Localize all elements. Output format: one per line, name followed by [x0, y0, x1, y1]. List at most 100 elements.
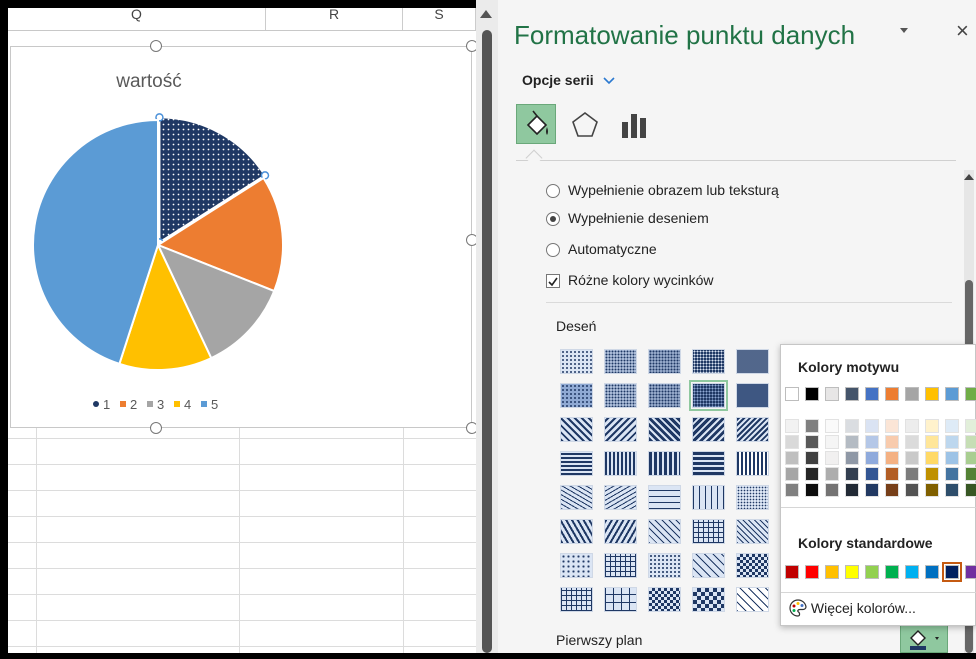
theme-color-shade-swatch[interactable]: [905, 435, 919, 449]
pattern-swatch[interactable]: [692, 485, 725, 510]
standard-color-swatch[interactable]: [965, 565, 976, 579]
pattern-swatch[interactable]: [604, 383, 637, 408]
pattern-swatch[interactable]: [692, 417, 725, 442]
theme-color-shade-swatch[interactable]: [805, 435, 819, 449]
resize-handle-right[interactable]: [466, 234, 476, 246]
pattern-swatch[interactable]: [560, 383, 593, 408]
theme-color-shade-swatch[interactable]: [825, 419, 839, 433]
theme-color-shade-swatch[interactable]: [945, 419, 959, 433]
standard-color-swatch[interactable]: [825, 565, 839, 579]
pattern-swatch[interactable]: [648, 383, 681, 408]
resize-handle-bottom-right[interactable]: [466, 422, 476, 434]
more-colors-button[interactable]: Więcej kolorów...: [789, 599, 916, 617]
theme-color-shade-swatch[interactable]: [925, 435, 939, 449]
theme-color-shade-swatch[interactable]: [825, 467, 839, 481]
theme-color-shade-swatch[interactable]: [785, 467, 799, 481]
option-pattern-fill-label[interactable]: Wypełnienie deseniem: [568, 210, 709, 226]
pattern-swatch[interactable]: [648, 417, 681, 442]
theme-color-shade-swatch[interactable]: [945, 435, 959, 449]
pattern-swatch[interactable]: [560, 485, 593, 510]
pattern-swatch[interactable]: [560, 587, 593, 612]
pattern-swatch[interactable]: [736, 485, 769, 510]
pattern-swatch[interactable]: [736, 451, 769, 476]
pattern-swatch[interactable]: [604, 417, 637, 442]
pattern-swatch[interactable]: [692, 519, 725, 544]
theme-color-shade-swatch[interactable]: [805, 451, 819, 465]
vary-colors-label[interactable]: Różne kolory wycinków: [568, 272, 714, 288]
column-header-q[interactable]: Q: [8, 8, 266, 30]
option-automatic-label[interactable]: Automatyczne: [568, 241, 657, 257]
theme-color-shade-swatch[interactable]: [885, 419, 899, 433]
theme-color-shade-swatch[interactable]: [805, 419, 819, 433]
scroll-up-icon[interactable]: [480, 10, 492, 18]
theme-color-shade-swatch[interactable]: [945, 467, 959, 481]
theme-color-shade-swatch[interactable]: [965, 467, 976, 481]
theme-color-shade-swatch[interactable]: [845, 419, 859, 433]
series-options-dropdown[interactable]: Opcje serii: [522, 72, 616, 88]
resize-handle-top[interactable]: [150, 40, 162, 52]
theme-color-shade-swatch[interactable]: [905, 467, 919, 481]
theme-color-shade-swatch[interactable]: [925, 467, 939, 481]
radio-pattern-fill[interactable]: [546, 212, 560, 226]
theme-color-swatch[interactable]: [905, 387, 919, 401]
theme-color-swatch[interactable]: [945, 387, 959, 401]
theme-color-shade-swatch[interactable]: [805, 483, 819, 497]
standard-color-swatch[interactable]: [865, 565, 879, 579]
pattern-swatch[interactable]: [604, 451, 637, 476]
standard-color-swatch[interactable]: [905, 565, 919, 579]
pattern-swatch[interactable]: [648, 587, 681, 612]
pattern-swatch[interactable]: [736, 383, 769, 408]
pattern-swatch[interactable]: [692, 553, 725, 578]
theme-color-shade-swatch[interactable]: [845, 483, 859, 497]
theme-color-shade-swatch[interactable]: [885, 435, 899, 449]
theme-color-shade-swatch[interactable]: [865, 435, 879, 449]
theme-color-swatch[interactable]: [965, 387, 976, 401]
series-options-tab[interactable]: [618, 108, 652, 142]
theme-color-shade-swatch[interactable]: [865, 483, 879, 497]
pattern-swatch[interactable]: [604, 519, 637, 544]
pattern-swatch[interactable]: [648, 519, 681, 544]
pattern-swatch[interactable]: [736, 349, 769, 374]
theme-color-shade-swatch[interactable]: [965, 435, 976, 449]
theme-color-shade-swatch[interactable]: [925, 419, 939, 433]
pattern-swatch[interactable]: [692, 349, 725, 374]
standard-color-swatch[interactable]: [805, 565, 819, 579]
theme-color-shade-swatch[interactable]: [805, 467, 819, 481]
pattern-swatch[interactable]: [692, 587, 725, 612]
close-icon[interactable]: ×: [956, 18, 969, 44]
theme-color-shade-swatch[interactable]: [905, 419, 919, 433]
theme-color-shade-swatch[interactable]: [905, 483, 919, 497]
theme-color-shade-swatch[interactable]: [785, 435, 799, 449]
column-header-s[interactable]: S: [403, 8, 476, 30]
radio-picture-fill[interactable]: [546, 184, 560, 198]
pattern-swatch[interactable]: [648, 451, 681, 476]
pattern-swatch[interactable]: [604, 485, 637, 510]
theme-color-swatch[interactable]: [845, 387, 859, 401]
theme-color-swatch[interactable]: [885, 387, 899, 401]
vary-colors-checkbox[interactable]: [546, 274, 560, 288]
pattern-swatch[interactable]: [736, 553, 769, 578]
resize-handle-bottom[interactable]: [150, 422, 162, 434]
theme-color-swatch[interactable]: [925, 387, 939, 401]
theme-color-shade-swatch[interactable]: [785, 483, 799, 497]
theme-color-shade-swatch[interactable]: [945, 483, 959, 497]
theme-color-shade-swatch[interactable]: [965, 419, 976, 433]
pattern-swatch[interactable]: [648, 553, 681, 578]
pattern-swatch[interactable]: [648, 349, 681, 374]
theme-color-shade-swatch[interactable]: [925, 483, 939, 497]
theme-color-shade-swatch[interactable]: [905, 451, 919, 465]
pattern-swatch[interactable]: [736, 519, 769, 544]
chevron-down-icon[interactable]: [900, 28, 908, 33]
radio-automatic[interactable]: [546, 243, 560, 257]
theme-color-shade-swatch[interactable]: [945, 451, 959, 465]
pattern-swatch[interactable]: [648, 485, 681, 510]
theme-color-swatch[interactable]: [785, 387, 799, 401]
theme-color-shade-swatch[interactable]: [865, 467, 879, 481]
effects-tab[interactable]: [568, 108, 602, 142]
standard-color-swatch[interactable]: [785, 565, 799, 579]
theme-color-shade-swatch[interactable]: [785, 419, 799, 433]
theme-color-shade-swatch[interactable]: [845, 467, 859, 481]
theme-color-shade-swatch[interactable]: [865, 419, 879, 433]
pattern-swatch[interactable]: [604, 587, 637, 612]
theme-color-shade-swatch[interactable]: [965, 483, 976, 497]
